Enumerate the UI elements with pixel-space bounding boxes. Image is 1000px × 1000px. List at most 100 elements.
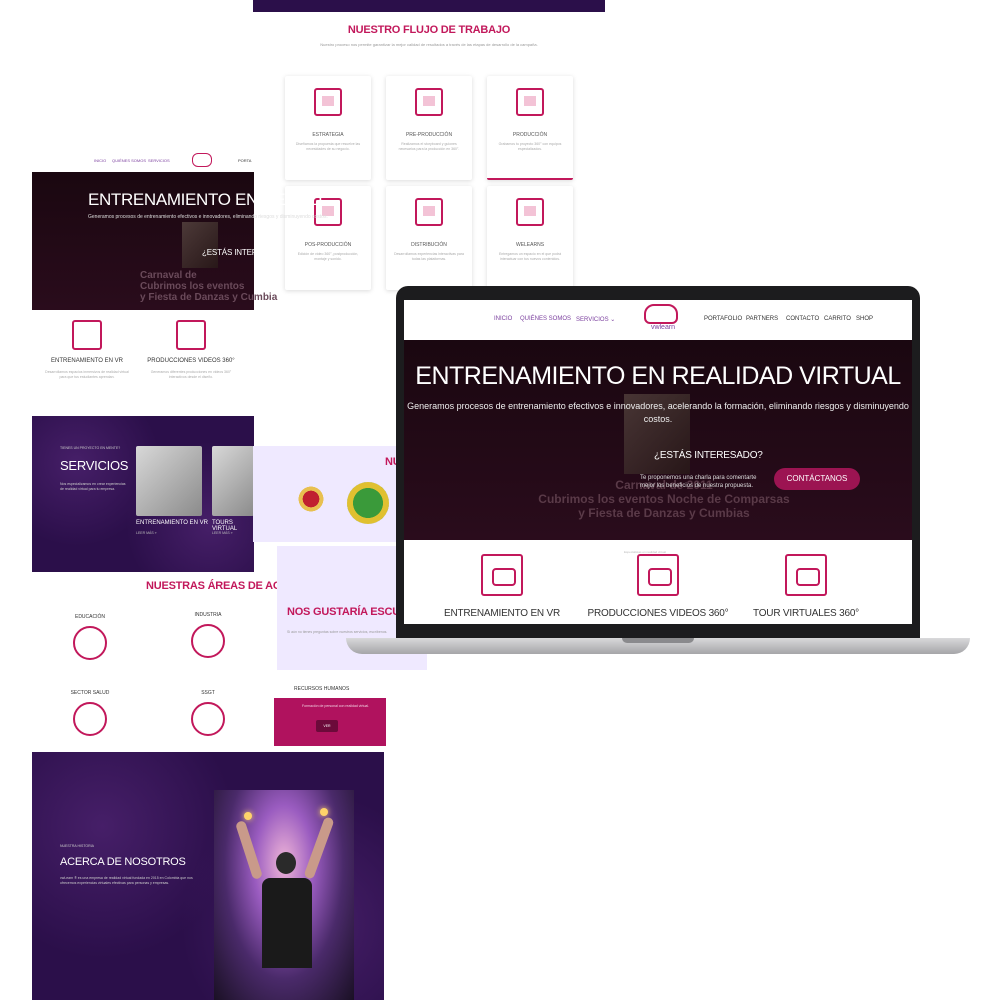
nav-link-inicio[interactable]: INICIO <box>94 158 106 163</box>
read-more-link[interactable]: LEER MÁS » <box>212 531 233 535</box>
service-name: ENTRENAMIENTO EN VR <box>443 608 561 619</box>
contact-us-button[interactable]: CONTÁCTANOS <box>774 468 860 490</box>
vr-headset-icon <box>481 554 523 596</box>
workflow-card-label: DISTRIBUCIÓN <box>411 242 447 248</box>
nav-link-quienes-somos[interactable]: QUIÉNES SOMOS <box>112 158 146 163</box>
left-page-nav: INICIO QUIÉNES SOMOS SERVICIOS PORTA <box>32 150 254 172</box>
area-name: SECTOR SALUD <box>70 690 110 696</box>
hero-small-text: Te proponemos una charla para comentarte… <box>640 475 757 489</box>
servicios-title: SERVICIOS <box>60 458 129 473</box>
service-card[interactable]: PRODUCCIONES VIDEOS 360° <box>578 554 738 619</box>
workflow-card-label: ESTRATEGIA <box>312 132 344 138</box>
video-360-icon <box>637 554 679 596</box>
vr-headset-icon <box>72 320 102 350</box>
vwlearn-logo[interactable]: vwlearn <box>638 304 688 336</box>
hero-text: Generamos procesos de entrenamiento efec… <box>88 214 328 220</box>
university-logo[interactable] <box>297 484 325 514</box>
areas-title: NUESTRAS ÁREAS DE ACC <box>146 580 289 592</box>
workflow-card-text: Desarrollamos experiencias interactivas … <box>394 252 464 261</box>
service-card[interactable]: TOUR VIRTUALES 360° <box>726 554 886 619</box>
hero-carnaval-text: Carnaval de Cubrimos los eventos y Fiest… <box>140 270 278 303</box>
area-item[interactable]: EDUCACIÓN <box>60 614 120 660</box>
left-page-preview: INICIO QUIÉNES SOMOS SERVICIOS PORTA ENT… <box>32 150 384 1000</box>
left-page-areas: NUESTRAS ÁREAS DE ACC EDUCACIÓN INDUSTRI… <box>32 572 288 752</box>
health-sector-icon <box>73 702 107 736</box>
left-page-hero: ENTRENAMIENTO EN REALID Generamos proces… <box>32 172 328 310</box>
welearns-icon <box>516 198 544 226</box>
person-head <box>276 852 296 874</box>
hero-section: ENTRENAMIENTO EN REALIDAD VIRTUAL Genera… <box>404 340 912 540</box>
nav-link-servicios[interactable]: SERVICIOS <box>148 158 170 163</box>
workflow-card[interactable]: PRODUCCIÓN Grabamos tu proyecto 360° con… <box>487 76 573 180</box>
nav-link-portafolio[interactable]: PORTAFOLIO <box>704 316 742 322</box>
about-title: ACERCA DE NOSOTROS <box>60 856 186 868</box>
laptop-notch <box>622 638 694 643</box>
hr-area-name: RECURSOS HUMANOS <box>294 686 350 692</box>
vr-user-photo <box>214 790 354 1000</box>
read-more-link[interactable]: LEER MÁS » <box>136 531 157 535</box>
workflow-title: NUESTRO FLUJO DE TRABAJO <box>347 24 511 36</box>
hero-question: ¿ESTÁS INTERESAD <box>202 248 279 257</box>
left-page-servicios: TIENES UN PROYECTO EN MENTE? SERVICIOS N… <box>32 416 254 572</box>
workflow-topbar <box>253 0 605 12</box>
hero-question: ¿ESTÁS INTERESADO? <box>654 450 763 461</box>
area-item[interactable]: INDUSTRIA <box>178 612 238 658</box>
service-name: PRODUCCIONES VIDEOS 360° <box>587 608 729 619</box>
services-strip: Especialistas en realidad virtual ENTREN… <box>404 540 912 624</box>
workflow-card-label: PRODUCCIÓN <box>512 132 548 138</box>
controller-light <box>244 812 252 820</box>
hr-view-button[interactable]: VER <box>316 720 338 732</box>
hero-ghost-image <box>182 222 218 268</box>
laptop-screen: INICIO QUIÉNES SOMOS SERVICIOS ⌄ vwlearn… <box>404 300 912 624</box>
distribution-icon <box>415 198 443 226</box>
area-name: SSGT <box>201 690 215 696</box>
person-body <box>262 878 312 968</box>
workflow-card-text: Edición de video 360°, postproducción, m… <box>297 252 359 261</box>
hr-area: RECURSOS HUMANOS Formación de personal c… <box>274 680 386 746</box>
nav-link-servicios[interactable]: SERVICIOS ⌄ <box>576 316 615 323</box>
nav-link-shop[interactable]: SHOP <box>856 316 873 322</box>
service-card[interactable]: PRODUCCIONES VIDEOS 360° Generamos difer… <box>136 320 246 380</box>
vwlearn-logo[interactable] <box>192 153 212 167</box>
education-icon <box>73 626 107 660</box>
workflow-card[interactable]: DISTRIBUCIÓN Desarrollamos experiencias … <box>386 186 472 290</box>
person-arm <box>303 816 335 880</box>
nav-link-partners[interactable]: PARTNERS <box>746 316 778 322</box>
vr-headset-logo-icon <box>644 304 678 324</box>
workflow-card-text: Diseñamos la propuesta que resuelve las … <box>295 142 361 151</box>
area-item[interactable]: SSGT <box>178 690 238 736</box>
workflow-card[interactable]: ESTRATEGIA Diseñamos la propuesta que re… <box>285 76 371 180</box>
hr-area-card: Formación de personal con realidad virtu… <box>274 698 386 746</box>
service-card[interactable]: ENTRENAMIENTO EN VR Desarrollamos espaci… <box>32 320 142 380</box>
hr-area-text: Formación de personal con realidad virtu… <box>302 704 370 708</box>
workflow-card-text: Realizamos el storyboard y guiones neces… <box>398 142 460 151</box>
video-360-icon <box>176 320 206 350</box>
person-arm <box>234 819 264 881</box>
virtual-tour-icon <box>785 554 827 596</box>
workflow-card[interactable]: PRE-PRODUCCIÓN Realizamos el storyboard … <box>386 76 472 180</box>
vr-training-photo[interactable] <box>136 446 202 516</box>
workflow-card-label: WELEARNS <box>515 242 545 248</box>
nav-link-carrito[interactable]: CARRITO <box>824 316 851 322</box>
controller-light <box>320 808 328 816</box>
service-card[interactable]: ENTRENAMIENTO EN VR <box>422 554 582 619</box>
servicios-item-name: ENTRENAMIENTO EN VR <box>136 520 208 526</box>
service-name: PRODUCCIONES VIDEOS 360° <box>147 358 235 364</box>
nav-link-inicio[interactable]: INICIO <box>494 316 512 322</box>
area-item[interactable]: SECTOR SALUD <box>60 690 120 736</box>
laptop-mockup: INICIO QUIÉNES SOMOS SERVICIOS ⌄ vwlearn… <box>346 286 970 662</box>
hero-title: ENTRENAMIENTO EN REALID <box>88 190 322 209</box>
nav-link-contacto[interactable]: CONTACTO <box>786 316 819 322</box>
virtual-tour-photo[interactable] <box>212 446 254 516</box>
nav-link-quienes-somos[interactable]: QUIÉNES SOMOS <box>520 316 571 322</box>
hero-title: ENTRENAMIENTO EN REALIDAD VIRTUAL <box>415 362 901 390</box>
industry-gears-icon <box>191 624 225 658</box>
production-icon <box>516 88 544 116</box>
nav-link-portafolio[interactable]: PORTA <box>238 158 251 163</box>
about-desc: vwLearn ® es una empresa de realidad vir… <box>60 876 193 885</box>
service-name: TOUR VIRTUALES 360° <box>753 608 859 619</box>
safety-worker-icon <box>191 702 225 736</box>
workflow-card[interactable]: WELEARNS Entregamos un espacio en el que… <box>487 186 573 290</box>
pre-production-icon <box>415 88 443 116</box>
workflow-card-text: Grabamos tu proyecto 360° con equipos es… <box>498 142 562 151</box>
